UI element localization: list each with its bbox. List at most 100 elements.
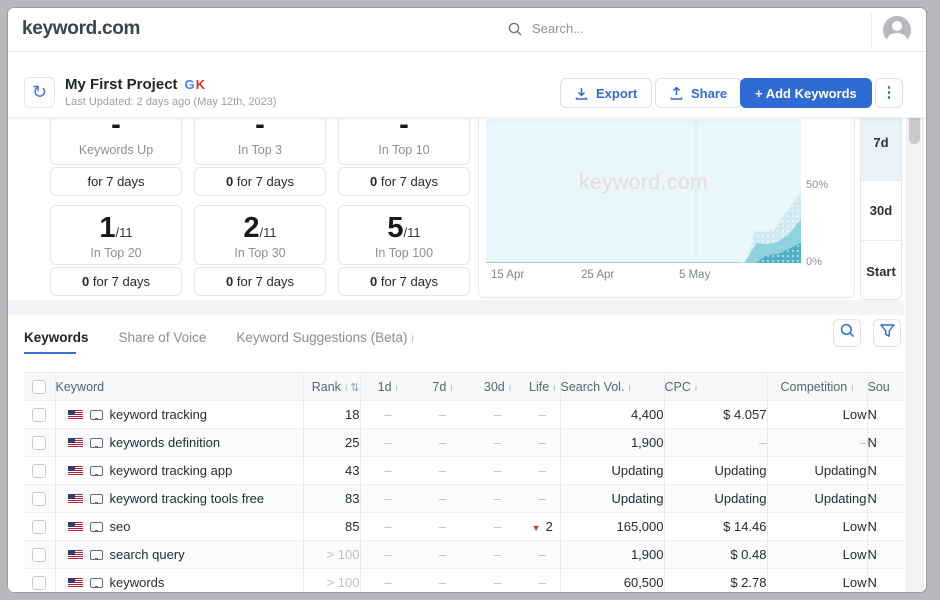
col-header-30d[interactable]: 30di	[470, 373, 525, 401]
desktop-icon	[90, 466, 103, 476]
col-header-search-vol[interactable]: Search Vol.i	[560, 373, 664, 401]
search-icon	[840, 323, 855, 343]
info-icon: i	[851, 382, 853, 394]
range-30d[interactable]: 30d	[861, 181, 901, 241]
table-row[interactable]: keywords definition 25 – – – – 1,900 – –…	[24, 429, 904, 457]
download-icon	[575, 87, 588, 100]
us-flag-icon	[68, 438, 83, 448]
table-row[interactable]: keyword tracking 18 – – – – 4,400 $ 4.05…	[24, 401, 904, 429]
more-menu-button[interactable]: ⋮	[875, 78, 903, 108]
search-placeholder: Search...	[532, 21, 584, 36]
tabs-bar: Keywords Share of Voice Keyword Suggesti…	[8, 315, 904, 372]
y-axis-tick-50: 50%	[806, 179, 828, 191]
keyword-text: keyword tracking	[110, 407, 208, 422]
desktop-icon	[90, 438, 103, 448]
x-axis-tick: 25 Apr	[581, 269, 614, 281]
col-header-life[interactable]: Lifei	[525, 373, 560, 401]
stat-subcard: 0 for 7 days	[194, 167, 326, 196]
section-divider	[8, 300, 904, 315]
us-flag-icon	[68, 550, 83, 560]
last-updated-text: Last Updated: 2 days ago (May 12th, 2023…	[65, 96, 277, 108]
row-checkbox[interactable]	[32, 436, 46, 450]
row-checkbox[interactable]	[32, 548, 46, 562]
table-search-button[interactable]	[833, 319, 861, 347]
table-filter-button[interactable]	[873, 319, 901, 347]
main-content: - Keywords Up - In Top 3 - In Top 10 for…	[8, 118, 904, 592]
browser-window: keyword.com Search... ↻ My First Project…	[8, 8, 926, 592]
col-header-cpc[interactable]: CPCi	[664, 373, 767, 401]
keyword-text: keywords	[110, 575, 165, 590]
stat-label: In Top 100	[339, 246, 469, 260]
stat-subcard: 0 for 7 days	[194, 267, 326, 296]
y-axis-tick-0: 0%	[806, 256, 822, 268]
stat-denominator: /11	[116, 225, 133, 240]
table-row[interactable]: keyword tracking app 43 – – – – Updating…	[24, 457, 904, 485]
stat-value: -	[195, 118, 325, 140]
info-icon: i	[509, 382, 511, 394]
row-checkbox[interactable]	[32, 408, 46, 422]
refresh-button[interactable]: ↻	[24, 77, 55, 108]
info-icon: i	[411, 333, 413, 345]
stat-denominator: /11	[404, 225, 421, 240]
tab-keyword-suggestions[interactable]: Keyword Suggestions (Beta)i	[236, 330, 414, 345]
project-header: ↻ My First ProjectGK Last Updated: 2 day…	[8, 52, 926, 118]
top-bar: keyword.com Search...	[8, 8, 926, 52]
col-header-7d[interactable]: 7di	[415, 373, 470, 401]
info-icon: i	[695, 382, 697, 394]
col-header-1d[interactable]: 1di	[360, 373, 415, 401]
col-header-keyword[interactable]: Keyword	[55, 373, 303, 401]
range-7d[interactable]: 7d	[861, 118, 901, 181]
table-header-row: Keyword Ranki⇅ 1di 7di 30di Lifei Search…	[24, 373, 904, 401]
filter-icon	[880, 324, 895, 343]
table-row[interactable]: keyword tracking tools free 83 – – – – U…	[24, 485, 904, 513]
vertical-scrollbar[interactable]	[906, 52, 924, 592]
row-checkbox[interactable]	[32, 464, 46, 478]
google-icon: G	[185, 77, 195, 92]
area-chart[interactable]: keyword.com	[486, 119, 801, 263]
stat-label: In Top 10	[339, 143, 469, 157]
table-row[interactable]: keywords > 100 – – – – 60,500 $ 2.78 Low…	[24, 569, 904, 593]
us-flag-icon	[68, 410, 83, 420]
stat-subcard: 0 for 7 days	[50, 267, 182, 296]
stat-label: Keywords Up	[51, 143, 181, 157]
global-search[interactable]: Search...	[508, 21, 584, 36]
desktop-icon	[90, 410, 103, 420]
col-header-source[interactable]: Sou	[867, 373, 904, 401]
export-button[interactable]: Export	[560, 78, 652, 108]
stat-label: In Top 30	[195, 246, 325, 260]
add-keywords-button[interactable]: + Add Keywords	[740, 78, 872, 108]
keyword-text: keywords definition	[110, 435, 221, 450]
stat-subcard: 0 for 7 days	[338, 167, 470, 196]
row-checkbox[interactable]	[32, 520, 46, 534]
tab-keywords[interactable]: Keywords	[24, 330, 89, 345]
keyword-text: keyword tracking app	[110, 463, 233, 478]
stat-label: In Top 3	[195, 143, 325, 157]
stat-value: 1	[99, 212, 115, 244]
info-icon: i	[396, 382, 398, 394]
share-button[interactable]: Share	[655, 78, 742, 108]
desktop-icon	[90, 578, 103, 588]
us-flag-icon	[68, 494, 83, 504]
share-icon	[670, 87, 683, 100]
desktop-icon	[90, 550, 103, 560]
row-checkbox[interactable]	[32, 492, 46, 506]
table-row[interactable]: search query > 100 – – – – 1,900 $ 0.48 …	[24, 541, 904, 569]
us-flag-icon	[68, 466, 83, 476]
project-title: My First ProjectGK	[65, 76, 205, 93]
range-start[interactable]: Start	[861, 241, 901, 300]
stat-value: 5	[387, 212, 403, 244]
info-icon: i	[345, 382, 347, 394]
select-all-checkbox[interactable]	[32, 380, 46, 394]
row-checkbox[interactable]	[32, 576, 46, 590]
chart-watermark: keyword.com	[486, 171, 801, 195]
tab-share-of-voice[interactable]: Share of Voice	[119, 330, 207, 345]
table-row[interactable]: seo 85 – – – ▼2 165,000 $ 14.46 Low N	[24, 513, 904, 541]
stat-denominator: /11	[260, 225, 277, 240]
keyword-text: seo	[110, 519, 131, 534]
col-header-rank[interactable]: Ranki⇅	[303, 373, 360, 401]
avatar[interactable]	[883, 16, 911, 44]
ranking-chart-card: keyword.com 50% 0% 15 Apr 25 Apr 5 May	[478, 118, 855, 298]
col-header-competition[interactable]: Competitioni	[767, 373, 867, 401]
desktop-icon	[90, 522, 103, 532]
stat-card-keywords-up: - Keywords Up	[50, 118, 182, 165]
